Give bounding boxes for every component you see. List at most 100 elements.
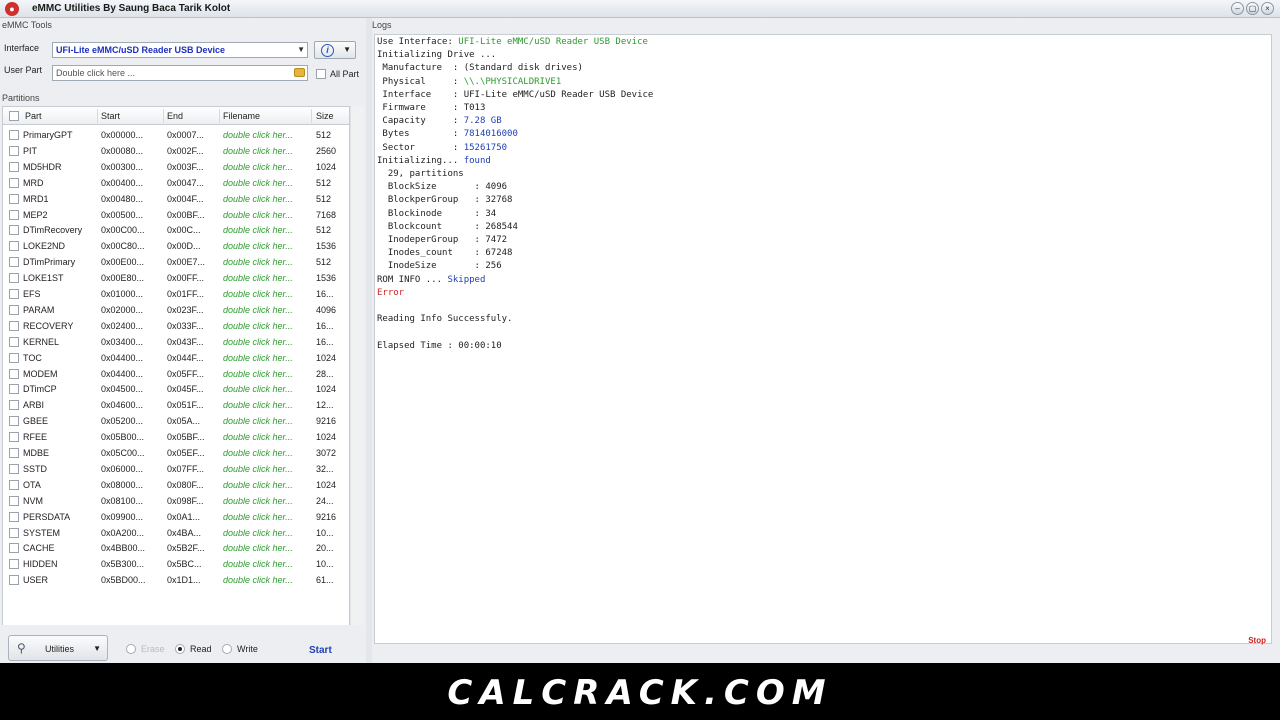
row-checkbox[interactable] [9, 320, 19, 331]
interface-select[interactable]: UFI-Lite eMMC/uSD Reader USB Device ▼ [52, 42, 308, 58]
row-checkbox[interactable] [9, 304, 19, 315]
erase-radio[interactable] [126, 644, 136, 654]
row-checkbox[interactable] [9, 543, 19, 554]
close-button[interactable]: × [1261, 2, 1274, 15]
cell-filename[interactable]: double click her... [223, 445, 309, 461]
cell-filename[interactable]: double click her... [223, 366, 309, 382]
column-divider[interactable] [163, 109, 164, 123]
cell-filename[interactable]: double click her... [223, 302, 309, 318]
table-row[interactable]: MD5HDR 0x00300... 0x003F... double click he… [3, 159, 349, 175]
cell-filename[interactable]: double click her... [223, 493, 309, 509]
table-row[interactable]: NVM 0x08100... 0x098F... double click her..… [3, 493, 349, 509]
table-row[interactable]: SSTD 0x06000... 0x07FF... double click her.… [3, 461, 349, 477]
cell-filename[interactable]: double click her... [223, 461, 309, 477]
stop-button[interactable]: Stop [1248, 636, 1266, 645]
cell-filename[interactable]: double click her... [223, 556, 309, 572]
row-checkbox[interactable] [9, 273, 19, 284]
row-checkbox[interactable] [9, 575, 19, 586]
cell-filename[interactable]: double click her... [223, 191, 309, 207]
cell-filename[interactable]: double click her... [223, 238, 309, 254]
row-checkbox[interactable] [9, 384, 19, 395]
cell-filename[interactable]: double click her... [223, 525, 309, 541]
row-checkbox[interactable] [9, 336, 19, 347]
table-row[interactable]: PIT 0x00080... 0x002F... double click her..… [3, 143, 349, 159]
cell-filename[interactable]: double click her... [223, 334, 309, 350]
table-row[interactable]: MRD 0x00400... 0x0047... double click her..… [3, 175, 349, 191]
cell-filename[interactable]: double click her... [223, 270, 309, 286]
row-checkbox[interactable] [9, 161, 19, 172]
table-row[interactable]: RECOVERY 0x02400... 0x033F... double click … [3, 318, 349, 334]
all-part-checkbox[interactable] [316, 69, 326, 79]
table-row[interactable]: KERNEL 0x03400... 0x043F... double click he… [3, 334, 349, 350]
cell-filename[interactable]: double click her... [223, 159, 309, 175]
row-checkbox[interactable] [9, 130, 19, 140]
table-row[interactable]: DTimCP 0x04500... 0x045F... double click he… [3, 381, 349, 397]
cell-filename[interactable]: double click her... [223, 143, 309, 159]
cell-filename[interactable]: double click her... [223, 397, 309, 413]
header-filename[interactable]: Filename [223, 111, 260, 121]
table-row[interactable]: RFEE 0x05B00... 0x05BF... double click her.… [3, 429, 349, 445]
row-checkbox[interactable] [9, 368, 19, 379]
table-row[interactable]: PARAM 0x02000... 0x023F... double click her… [3, 302, 349, 318]
cell-filename[interactable]: double click her... [223, 207, 309, 223]
header-size[interactable]: Size [316, 111, 334, 121]
table-row[interactable]: OTA 0x08000... 0x080F... double click her..… [3, 477, 349, 493]
column-divider[interactable] [311, 109, 312, 123]
minimize-button[interactable]: – [1231, 2, 1244, 15]
table-row[interactable]: CACHE 0x4BB00... 0x5B2F... double click her… [3, 540, 349, 556]
table-row[interactable]: LOKE1ST 0x00E80... 0x00FF... double click h… [3, 270, 349, 286]
table-row[interactable]: EFS 0x01000... 0x01FF... double click her..… [3, 286, 349, 302]
table-row[interactable]: MEP2 0x00500... 0x00BF... double click her.… [3, 207, 349, 223]
cell-filename[interactable]: double click her... [223, 254, 309, 270]
column-divider[interactable] [97, 109, 98, 123]
row-checkbox[interactable] [9, 145, 19, 156]
column-divider[interactable] [219, 109, 220, 123]
table-row[interactable]: USER 0x5BD00... 0x1D1... double click her..… [3, 572, 349, 588]
cell-filename[interactable]: double click her... [223, 429, 309, 445]
row-checkbox[interactable] [9, 495, 19, 506]
cell-filename[interactable]: double click her... [223, 286, 309, 302]
cell-filename[interactable]: double click her... [223, 509, 309, 525]
table-row[interactable]: TOC 0x04400... 0x044F... double click her..… [3, 350, 349, 366]
maximize-button[interactable]: ▢ [1246, 2, 1259, 15]
table-row[interactable]: SYSTEM 0x0A200... 0x4BA... double click her… [3, 525, 349, 541]
table-row[interactable]: DTimPrimary 0x00E00... 0x00E7... double cli… [3, 254, 349, 270]
table-row[interactable]: DTimRecovery 0x00C00... 0x00C... double cli… [3, 222, 349, 238]
cell-filename[interactable]: double click her... [223, 540, 309, 556]
table-row[interactable]: HIDDEN 0x5B300... 0x5BC... double click her… [3, 556, 349, 572]
log-output[interactable]: Use Interface: UFI-Lite eMMC/uSD Reader … [374, 34, 1272, 644]
cell-filename[interactable]: double click her... [223, 175, 309, 191]
table-row[interactable]: MRD1 0x00480... 0x004F... double click her.… [3, 191, 349, 207]
header-part[interactable]: Part [25, 111, 42, 121]
user-part-field[interactable]: Double click here ... [52, 65, 308, 81]
all-part-option[interactable]: All Part [316, 69, 359, 79]
row-checkbox[interactable] [9, 257, 19, 268]
table-row[interactable]: PrimaryGPT 0x00000... 0x0007... double clic… [3, 127, 349, 143]
row-checkbox[interactable] [9, 463, 19, 474]
table-row[interactable]: MODEM 0x04400... 0x05FF... double click her… [3, 366, 349, 382]
utilities-button[interactable]: ⚲ Utilities ▼ [8, 635, 108, 661]
row-checkbox[interactable] [9, 177, 19, 188]
table-scroll-area[interactable] [350, 106, 364, 626]
cell-filename[interactable]: double click her... [223, 127, 309, 143]
write-radio[interactable] [222, 644, 232, 654]
row-checkbox[interactable] [9, 241, 19, 252]
cell-filename[interactable]: double click her... [223, 381, 309, 397]
row-checkbox[interactable] [9, 400, 19, 411]
row-checkbox[interactable] [9, 448, 19, 458]
table-row[interactable]: ARBI 0x04600... 0x051F... double click her.… [3, 397, 349, 413]
row-checkbox[interactable] [9, 511, 19, 522]
cell-filename[interactable]: double click her... [223, 350, 309, 366]
table-row[interactable]: LOKE2ND 0x00C80... 0x00D... double click he… [3, 238, 349, 254]
header-end[interactable]: End [167, 111, 183, 121]
table-row[interactable]: PERSDATA 0x09900... 0x0A1... double click h… [3, 509, 349, 525]
start-button[interactable]: Start [309, 645, 332, 656]
info-button[interactable]: i ▼ [314, 41, 356, 59]
row-checkbox[interactable] [9, 209, 19, 220]
read-radio[interactable] [175, 644, 185, 654]
table-row[interactable]: GBEE 0x05200... 0x05A... double click her..… [3, 413, 349, 429]
header-start[interactable]: Start [101, 111, 120, 121]
row-checkbox[interactable] [9, 193, 19, 204]
row-checkbox[interactable] [9, 479, 19, 490]
row-checkbox[interactable] [9, 559, 19, 570]
